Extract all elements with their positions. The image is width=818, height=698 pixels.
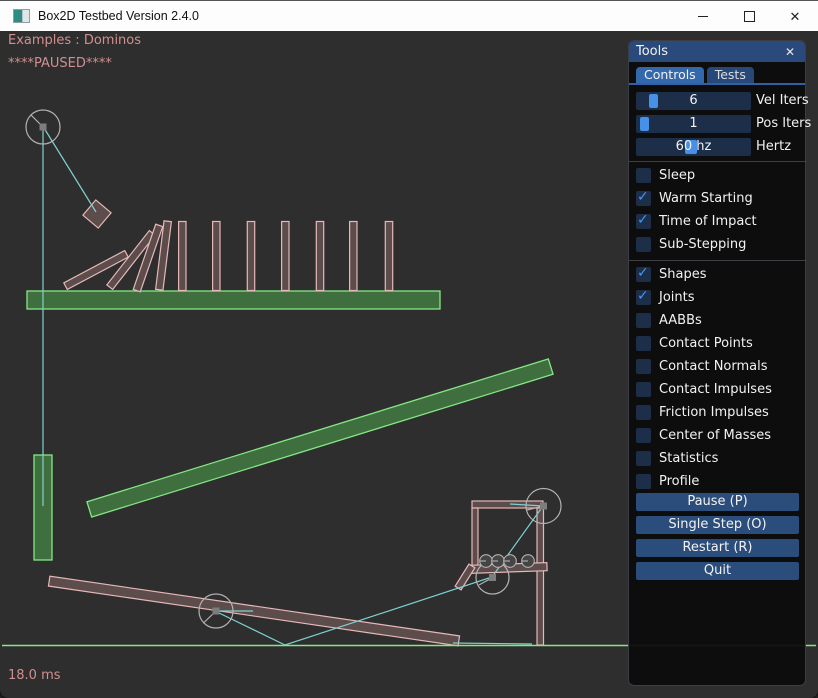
window-titlebar[interactable]: Box2D Testbed Version 2.4.0 ✕	[0, 0, 818, 31]
paused-label: ****PAUSED****	[8, 56, 112, 71]
checkbox-contact-points[interactable]: Contact Points	[636, 336, 800, 351]
pause-p-button[interactable]: Pause (P)	[636, 493, 799, 511]
close-icon: ✕	[790, 10, 801, 23]
checkbox-box-icon[interactable]	[636, 290, 651, 305]
checkbox-label: Contact Impulses	[659, 382, 772, 397]
checkbox-warm-starting[interactable]: Warm Starting	[636, 191, 800, 206]
tab-underline	[629, 83, 805, 85]
checkbox-label: Sleep	[659, 168, 695, 183]
tabbar: Controls Tests	[636, 67, 754, 83]
checkbox-sub-stepping[interactable]: Sub-Stepping	[636, 237, 800, 252]
checkbox-box-icon[interactable]	[636, 237, 651, 252]
minimize-button[interactable]	[680, 1, 726, 31]
frame-top	[472, 501, 543, 508]
hertz-slider[interactable]: 60 hz Hertz	[636, 138, 800, 156]
tools-close-icon[interactable]: ✕	[782, 45, 798, 59]
separator	[629, 260, 807, 261]
checkbox-center-of-masses[interactable]: Center of Masses	[636, 428, 800, 443]
tools-panel: Tools ✕ Controls Tests 6 Vel Iters 1 Pos…	[628, 40, 806, 686]
checkbox-box-icon[interactable]	[636, 214, 651, 229]
hertz-track[interactable]: 60 hz	[636, 138, 751, 156]
checkbox-aabbs[interactable]: AABBs	[636, 313, 800, 328]
checkbox-label: Contact Points	[659, 336, 753, 351]
checkbox-joints[interactable]: Joints	[636, 290, 800, 305]
maximize-icon	[744, 11, 755, 22]
checkbox-label: Joints	[659, 290, 695, 305]
app-icon	[13, 9, 30, 23]
circles	[26, 110, 561, 628]
vel-iters-track[interactable]: 6	[636, 92, 751, 110]
pos-iters-label: Pos Iters	[756, 115, 811, 133]
checkbox-label: Profile	[659, 474, 699, 489]
checkbox-label: Center of Masses	[659, 428, 771, 443]
checkbox-contact-impulses[interactable]: Contact Impulses	[636, 382, 800, 397]
checkbox-box-icon[interactable]	[636, 168, 651, 183]
vel-iters-label: Vel Iters	[756, 92, 809, 110]
tools-panel-titlebar[interactable]: Tools ✕	[629, 41, 805, 62]
checkbox-box-icon[interactable]	[636, 382, 651, 397]
checkbox-label: AABBs	[659, 313, 702, 328]
tab-tests[interactable]: Tests	[707, 67, 754, 83]
checkbox-label: Time of Impact	[659, 214, 757, 229]
checkbox-box-icon[interactable]	[636, 336, 651, 351]
checkbox-box-icon[interactable]	[636, 267, 651, 282]
checkbox-friction-impulses[interactable]: Friction Impulses	[636, 405, 800, 420]
checkbox-label: Contact Normals	[659, 359, 768, 374]
checkbox-label: Shapes	[659, 267, 706, 282]
checkbox-sleep[interactable]: Sleep	[636, 168, 800, 183]
frame-left	[472, 508, 478, 567]
pendulum-box	[83, 200, 111, 228]
checkbox-box-icon[interactable]	[636, 451, 651, 466]
checkbox-label: Friction Impulses	[659, 405, 769, 420]
example-label: Examples : Dominos	[8, 33, 141, 48]
tab-controls[interactable]: Controls	[636, 67, 704, 83]
hertz-label: Hertz	[756, 138, 791, 156]
anchor-squares	[40, 124, 548, 615]
checkbox-label: Sub-Stepping	[659, 237, 746, 252]
green-ramp	[87, 359, 553, 517]
separator	[629, 161, 807, 162]
checkbox-box-icon[interactable]	[636, 428, 651, 443]
checkbox-label: Warm Starting	[659, 191, 753, 206]
pos-iters-track[interactable]: 1	[636, 115, 751, 133]
frame-right	[537, 508, 544, 645]
checkbox-list: Sleep Warm Starting Time of Impact Sub-Step…	[636, 168, 800, 497]
window-title: Box2D Testbed Version 2.4.0	[38, 9, 199, 23]
checkbox-box-icon[interactable]	[636, 359, 651, 374]
quit-button[interactable]: Quit	[636, 562, 799, 580]
checkbox-profile[interactable]: Profile	[636, 474, 800, 489]
vel-iters-slider[interactable]: 6 Vel Iters	[636, 92, 800, 110]
checkbox-statistics[interactable]: Statistics	[636, 451, 800, 466]
button-list: Pause (P) Single Step (O) Restart (R) Quit	[636, 493, 799, 585]
checkbox-box-icon[interactable]	[636, 191, 651, 206]
pos-iters-value: 1	[636, 115, 751, 133]
checkbox-label: Statistics	[659, 451, 718, 466]
maximize-button[interactable]	[726, 1, 772, 31]
seesaw-plank	[48, 576, 459, 646]
checkbox-box-icon[interactable]	[636, 405, 651, 420]
vel-iters-value: 6	[636, 92, 751, 110]
checkbox-box-icon[interactable]	[636, 474, 651, 489]
checkbox-box-icon[interactable]	[636, 313, 651, 328]
pos-iters-slider[interactable]: 1 Pos Iters	[636, 115, 800, 133]
dominos	[64, 221, 393, 292]
tools-panel-title: Tools	[636, 44, 782, 59]
checkbox-contact-normals[interactable]: Contact Normals	[636, 359, 800, 374]
balls	[480, 555, 535, 568]
checkbox-shapes[interactable]: Shapes	[636, 267, 800, 282]
minimize-icon	[698, 16, 708, 17]
restart-r-button[interactable]: Restart (R)	[636, 539, 799, 557]
frame-time-label: 18.0 ms	[8, 668, 61, 683]
close-button[interactable]: ✕	[772, 1, 818, 31]
app-window: Examples : Dominos ****PAUSED**** 18.0 m…	[0, 0, 818, 698]
hertz-value: 60 hz	[636, 138, 751, 156]
single-step-o-button[interactable]: Single Step (O)	[636, 516, 799, 534]
checkbox-time-of-impact[interactable]: Time of Impact	[636, 214, 800, 229]
